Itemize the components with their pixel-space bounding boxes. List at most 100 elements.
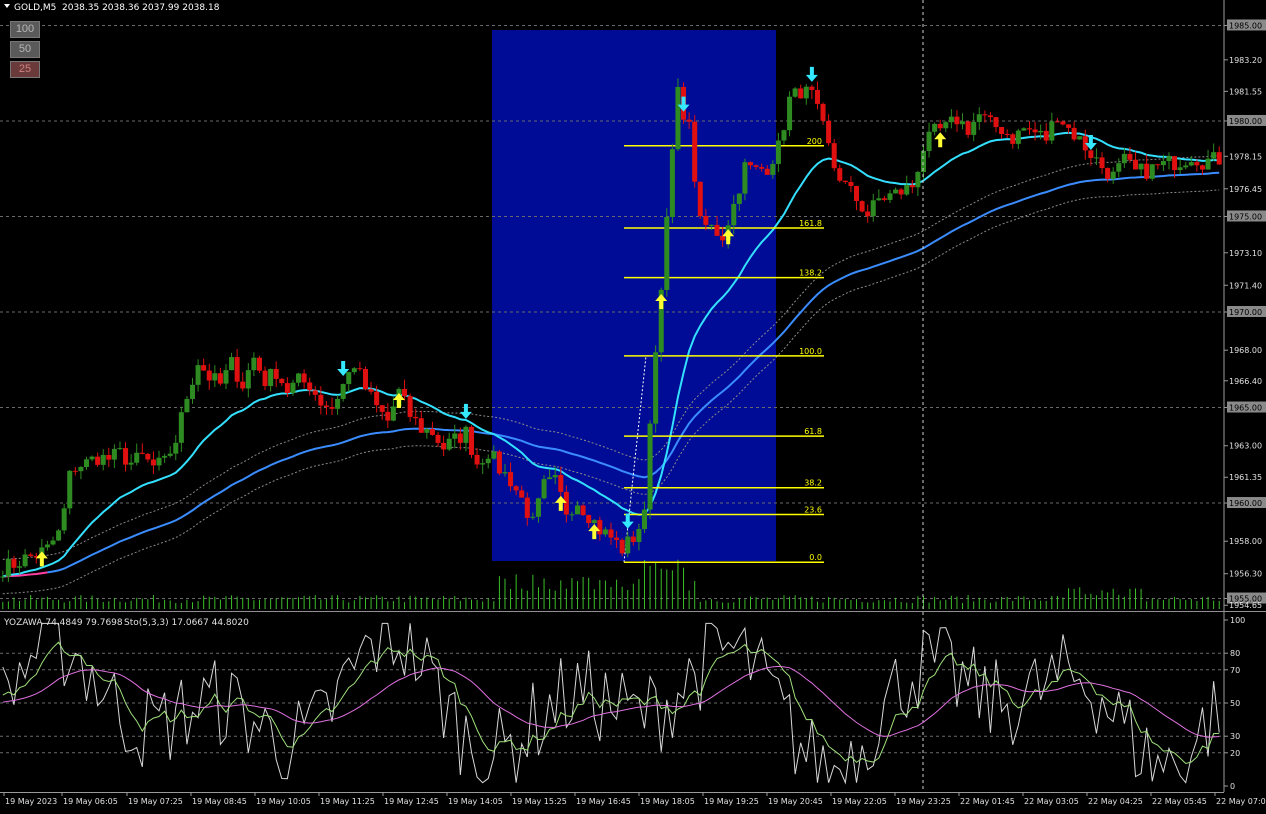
candle-body (78, 466, 84, 472)
candle-body (50, 540, 56, 545)
candle-body (256, 357, 262, 371)
candle-body (1194, 162, 1200, 166)
candle-body (217, 373, 223, 384)
candle-body (837, 168, 843, 181)
candle-body (435, 434, 441, 443)
price-tick-label: 1980.00 (1229, 117, 1262, 126)
price-tick-label: 1960.00 (1229, 499, 1262, 508)
candle-body (720, 235, 726, 241)
price-tick-label: 1966.40 (1229, 377, 1262, 386)
candle-body (932, 123, 938, 132)
candle-body (1138, 163, 1144, 170)
candle-body (747, 162, 754, 166)
candle-body (229, 357, 235, 371)
time-tick-label: 22 May 03:05 (1024, 797, 1079, 806)
highlight-zone (492, 30, 776, 561)
time-tick-label: 19 May 10:05 (256, 797, 311, 806)
candle-body (1049, 121, 1055, 141)
symbol-label: GOLD,M5 (14, 3, 56, 13)
candle-body (535, 498, 541, 517)
candle-body (290, 382, 296, 394)
candle-body (881, 198, 887, 200)
price-chart[interactable]: 200161.8138.2100.061.838.223.60.0 1985.0… (0, 0, 1266, 810)
candle-body (480, 463, 486, 465)
candle-body (273, 368, 279, 379)
candle-body (413, 416, 419, 419)
candle-body (1071, 127, 1077, 140)
candle-body (943, 122, 949, 129)
indicator-tick-label: 20 (1230, 749, 1240, 758)
zoom-50-button[interactable]: 50 (10, 41, 40, 58)
candle-body (591, 520, 597, 524)
candle-body (123, 448, 129, 465)
candle-body (926, 131, 932, 151)
price-tick-label: 1973.10 (1229, 249, 1262, 258)
candle-body (245, 370, 251, 389)
candle-body (502, 472, 508, 474)
candle-body (1177, 167, 1183, 171)
fib-level-label: 38.2 (804, 479, 822, 488)
candle-body (340, 384, 346, 399)
candle-body (89, 456, 95, 460)
candle-body (111, 448, 117, 460)
candle-body (335, 398, 341, 409)
candle-body (1166, 156, 1172, 162)
candle-body (284, 383, 290, 394)
candle-body (206, 370, 212, 381)
zoom-100-button[interactable]: 100 (10, 21, 40, 38)
candle-body (5, 558, 11, 577)
candle-body (787, 96, 793, 131)
time-tick-label: 22 May 07:05 (1216, 797, 1266, 806)
candle-body (987, 115, 993, 118)
candle-body (429, 428, 435, 435)
candle-body (1149, 164, 1155, 179)
time-tick-label: 19 May 2023 (5, 797, 57, 806)
candle-body (960, 121, 966, 125)
fib-level-label: 61.8 (804, 427, 822, 436)
candle-body (1021, 128, 1027, 131)
candle-body (1172, 156, 1178, 171)
candle-body (692, 121, 698, 182)
candle-body (1004, 133, 1010, 135)
candle-body (1088, 150, 1094, 158)
candle-body (1093, 157, 1099, 159)
candle-body (803, 86, 809, 99)
fib-level-label: 0.0 (809, 553, 822, 562)
candle-body (134, 452, 140, 463)
candle-body (1144, 163, 1150, 179)
price-tick-label: 1963.00 (1229, 442, 1262, 451)
candle-body (446, 438, 452, 450)
candle-body (1127, 153, 1133, 160)
zoom-25-button[interactable]: 25 (10, 61, 40, 78)
candle-body (686, 119, 692, 122)
candle-body (736, 193, 742, 204)
stochastic-title: Sto(5,3,3) 17.0667 44.8020 (124, 618, 249, 628)
indicator-tick-label: 0 (1230, 782, 1235, 791)
price-tick-label: 1968.00 (1229, 346, 1262, 355)
candle-body (407, 396, 413, 417)
candle-body (580, 505, 586, 516)
candle-body (72, 470, 78, 472)
candle-body (814, 89, 820, 104)
candle-body (167, 453, 173, 456)
candle-body (848, 182, 854, 187)
chart-window[interactable]: 200 161.8 138.2 100.0 61.8 38.2 23.6 0.0 1985.0… (0, 0, 1266, 810)
chart-header: GOLD,M5 2038.35 2038.36 2037.99 2038.18 (4, 3, 220, 13)
candle-body (307, 382, 313, 391)
candle-body (1121, 153, 1127, 164)
candle-body (865, 211, 871, 217)
price-tick-label: 1971.40 (1229, 281, 1262, 290)
candle-body (379, 405, 385, 412)
candle-body (106, 454, 112, 460)
candle-body (385, 411, 391, 421)
indicator-tick-label: 30 (1230, 732, 1240, 741)
candle-body (162, 455, 168, 458)
candle-body (703, 216, 709, 225)
price-tick-label: 1956.30 (1229, 570, 1262, 579)
candle-body (826, 120, 832, 144)
candle-body (0, 576, 6, 578)
candle-body (61, 508, 67, 531)
candle-body (586, 515, 592, 524)
indicator-tick-label: 50 (1230, 699, 1240, 708)
candle-body (67, 470, 73, 509)
